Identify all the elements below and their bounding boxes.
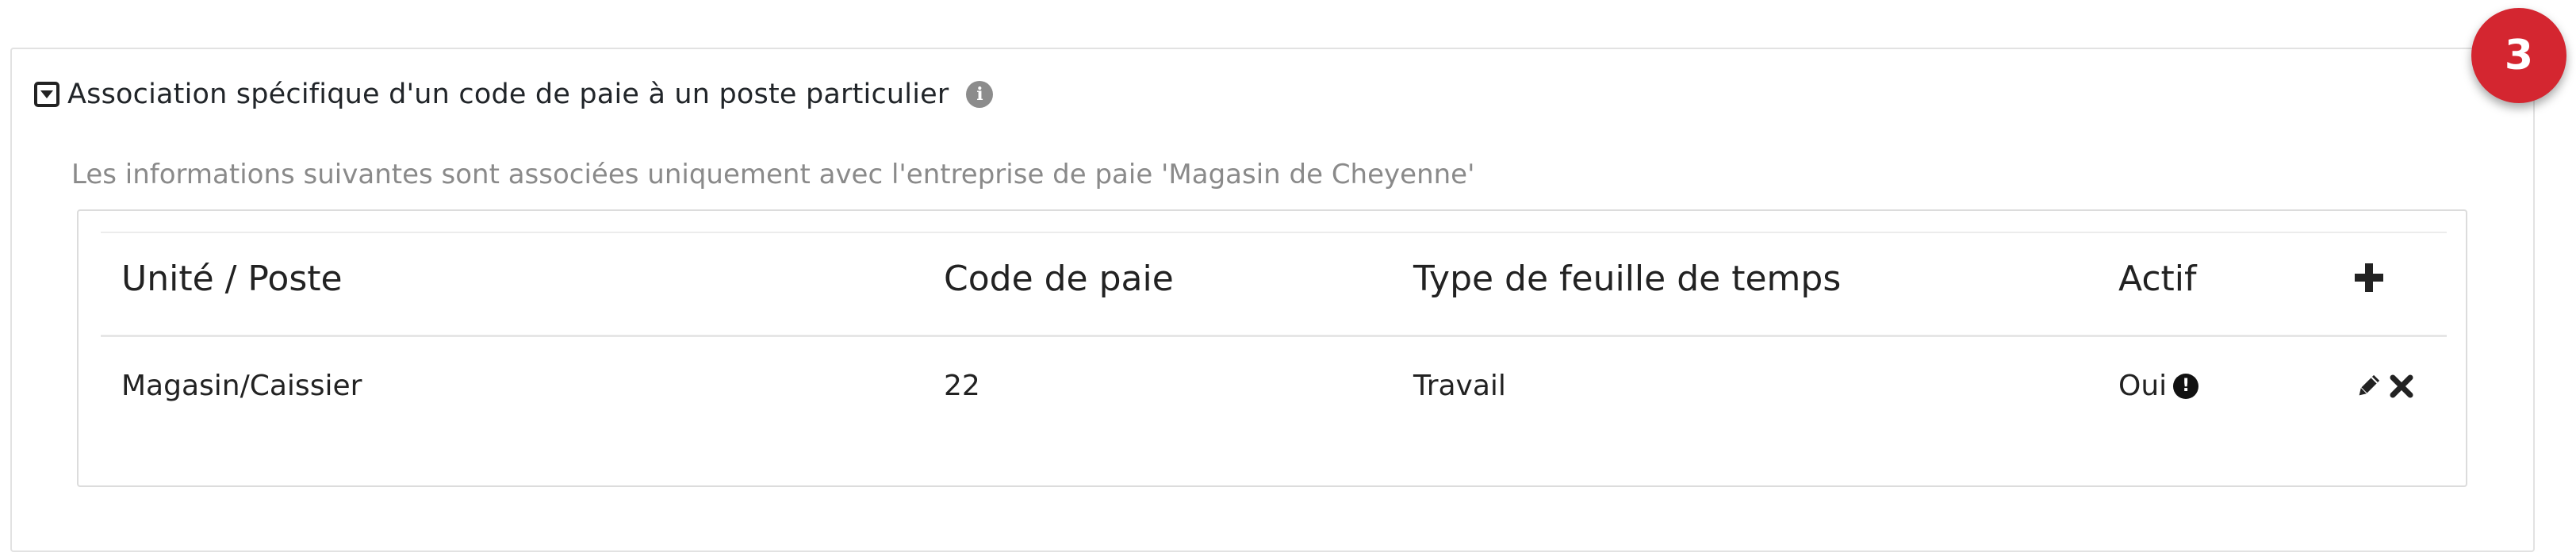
column-header-active: Actif — [2118, 259, 2197, 299]
column-header-pay-code: Code de paie — [944, 259, 1174, 299]
step-number-badge: 3 — [2471, 8, 2566, 103]
panel-subtitle: Les informations suivantes sont associée… — [71, 159, 1475, 190]
close-icon — [2390, 374, 2413, 398]
cell-unit: Magasin/Caissier — [121, 370, 362, 402]
cell-active-value: Oui — [2118, 370, 2168, 402]
delete-row-button[interactable] — [2388, 373, 2415, 400]
edit-row-button[interactable] — [2355, 373, 2382, 400]
column-header-unit: Unité / Poste — [121, 259, 343, 299]
cell-timesheet-type: Travail — [1413, 370, 1506, 402]
table-top-divider — [101, 232, 2447, 233]
pay-code-association-panel: Association spécifique d'un code de paie… — [10, 48, 2535, 552]
panel-header: Association spécifique d'un code de paie… — [34, 75, 994, 114]
page: Association spécifique d'un code de paie… — [0, 0, 2576, 560]
association-table: Unité / Poste Code de paie Type de feuil… — [77, 209, 2467, 487]
info-icon[interactable]: i — [966, 81, 994, 108]
cell-pay-code: 22 — [944, 370, 980, 402]
collapse-toggle-icon[interactable] — [34, 82, 59, 107]
table-header-divider — [101, 335, 2447, 337]
plus-icon — [2355, 263, 2383, 292]
cell-active: Oui ! — [2118, 370, 2199, 402]
column-header-timesheet-type: Type de feuille de temps — [1413, 259, 1842, 299]
panel-title: Association spécifique d'un code de paie… — [67, 79, 949, 110]
pencil-icon — [2359, 374, 2380, 396]
add-row-button[interactable] — [2353, 262, 2385, 293]
exclamation-circle-icon[interactable]: ! — [2173, 373, 2199, 399]
